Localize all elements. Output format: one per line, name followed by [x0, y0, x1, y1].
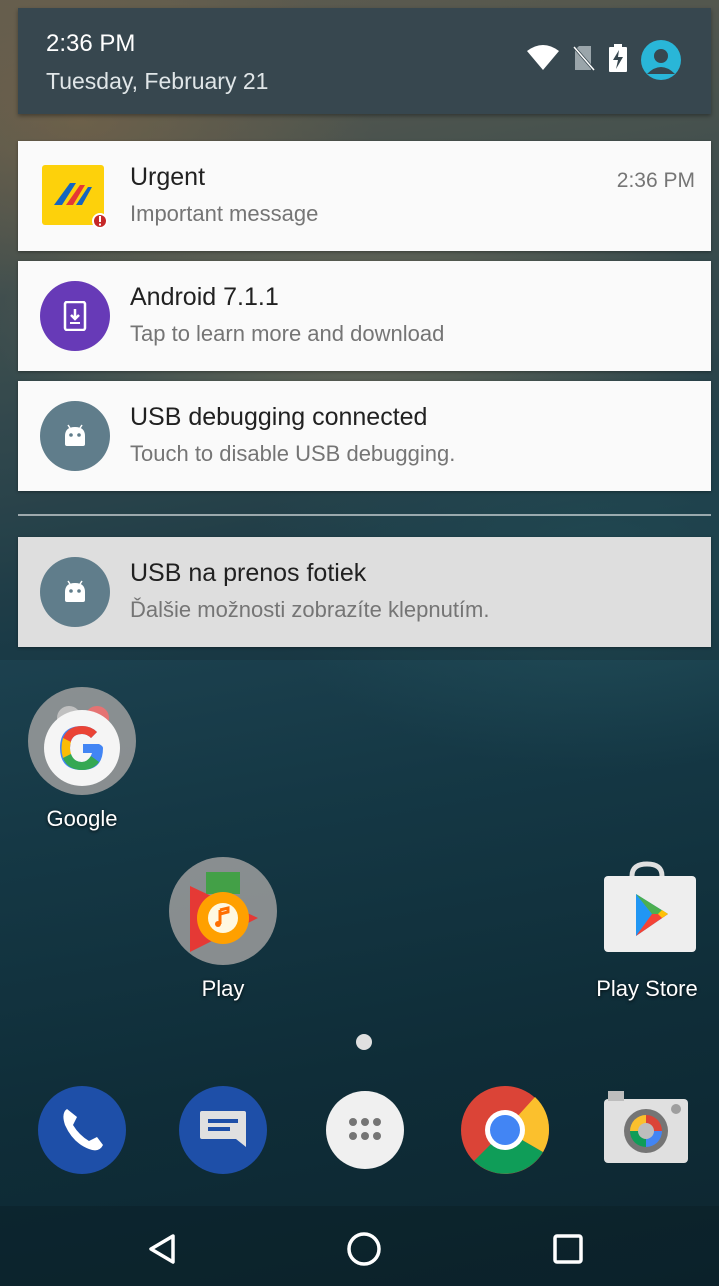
user-avatar-icon[interactable] — [641, 40, 681, 80]
app-play-store[interactable]: Play Store — [582, 856, 712, 1002]
app-play-folder[interactable]: Play — [163, 856, 283, 1002]
system-update-icon-wrap — [40, 281, 110, 351]
messages-icon[interactable] — [178, 1085, 268, 1175]
android-icon — [40, 557, 110, 627]
play-folder-icon — [168, 856, 278, 966]
notification-text: Ďalšie možnosti zobrazíte klepnutím. — [130, 597, 490, 622]
home-icon[interactable] — [339, 1224, 389, 1274]
recents-icon[interactable] — [543, 1224, 593, 1274]
status-icons — [527, 40, 681, 80]
quick-settings-header[interactable]: 2:36 PM Tuesday, February 21 — [18, 8, 711, 114]
android-icon-wrap — [40, 557, 110, 627]
back-icon[interactable] — [137, 1224, 187, 1274]
notification-usb-photo-transfer[interactable]: USB na prenos fotiek Ďalšie možnosti zob… — [18, 537, 711, 647]
battery-charging-icon — [609, 44, 627, 76]
wifi-icon — [527, 45, 559, 75]
dock — [0, 1085, 719, 1175]
app-label: Play Store — [596, 976, 698, 1001]
notification-divider — [18, 514, 711, 516]
notification-usb-debugging[interactable]: USB debugging connected Touch to disable… — [18, 381, 711, 491]
app-label: Google — [46, 806, 118, 831]
status-time: 2:36 PM — [46, 30, 136, 57]
chrome-icon[interactable] — [460, 1085, 550, 1175]
app-logo-icon — [40, 161, 110, 231]
app-label: Play — [201, 976, 245, 1001]
no-sim-icon — [572, 44, 596, 76]
phone-icon[interactable] — [37, 1085, 127, 1175]
page-indicator — [356, 1034, 372, 1050]
app-google[interactable]: Google — [22, 686, 142, 832]
camera-icon[interactable] — [600, 1085, 690, 1175]
notification-text: Important message — [130, 201, 319, 226]
android-icon — [40, 401, 110, 471]
notification-title: USB debugging connected — [130, 403, 428, 431]
notification-title: USB na prenos fotiek — [130, 559, 367, 587]
notification-system-update[interactable]: Android 7.1.1 Tap to learn more and down… — [18, 261, 711, 371]
notification-title: Android 7.1.1 — [130, 283, 279, 311]
play-store-icon — [592, 856, 702, 966]
notification-text: Tap to learn more and download — [130, 321, 445, 346]
notification-urgent[interactable]: Urgent Important message 2:36 PM — [18, 141, 711, 251]
notification-text: Touch to disable USB debugging. — [130, 441, 456, 466]
app-drawer-icon[interactable] — [320, 1085, 410, 1175]
android-icon-wrap — [40, 401, 110, 471]
notification-title: Urgent — [130, 163, 206, 191]
google-folder-icon — [27, 686, 137, 796]
status-date: Tuesday, February 21 — [46, 68, 269, 94]
notification-time: 2:36 PM — [616, 169, 695, 192]
navigation-bar — [0, 1206, 719, 1286]
system-update-icon — [40, 281, 110, 351]
